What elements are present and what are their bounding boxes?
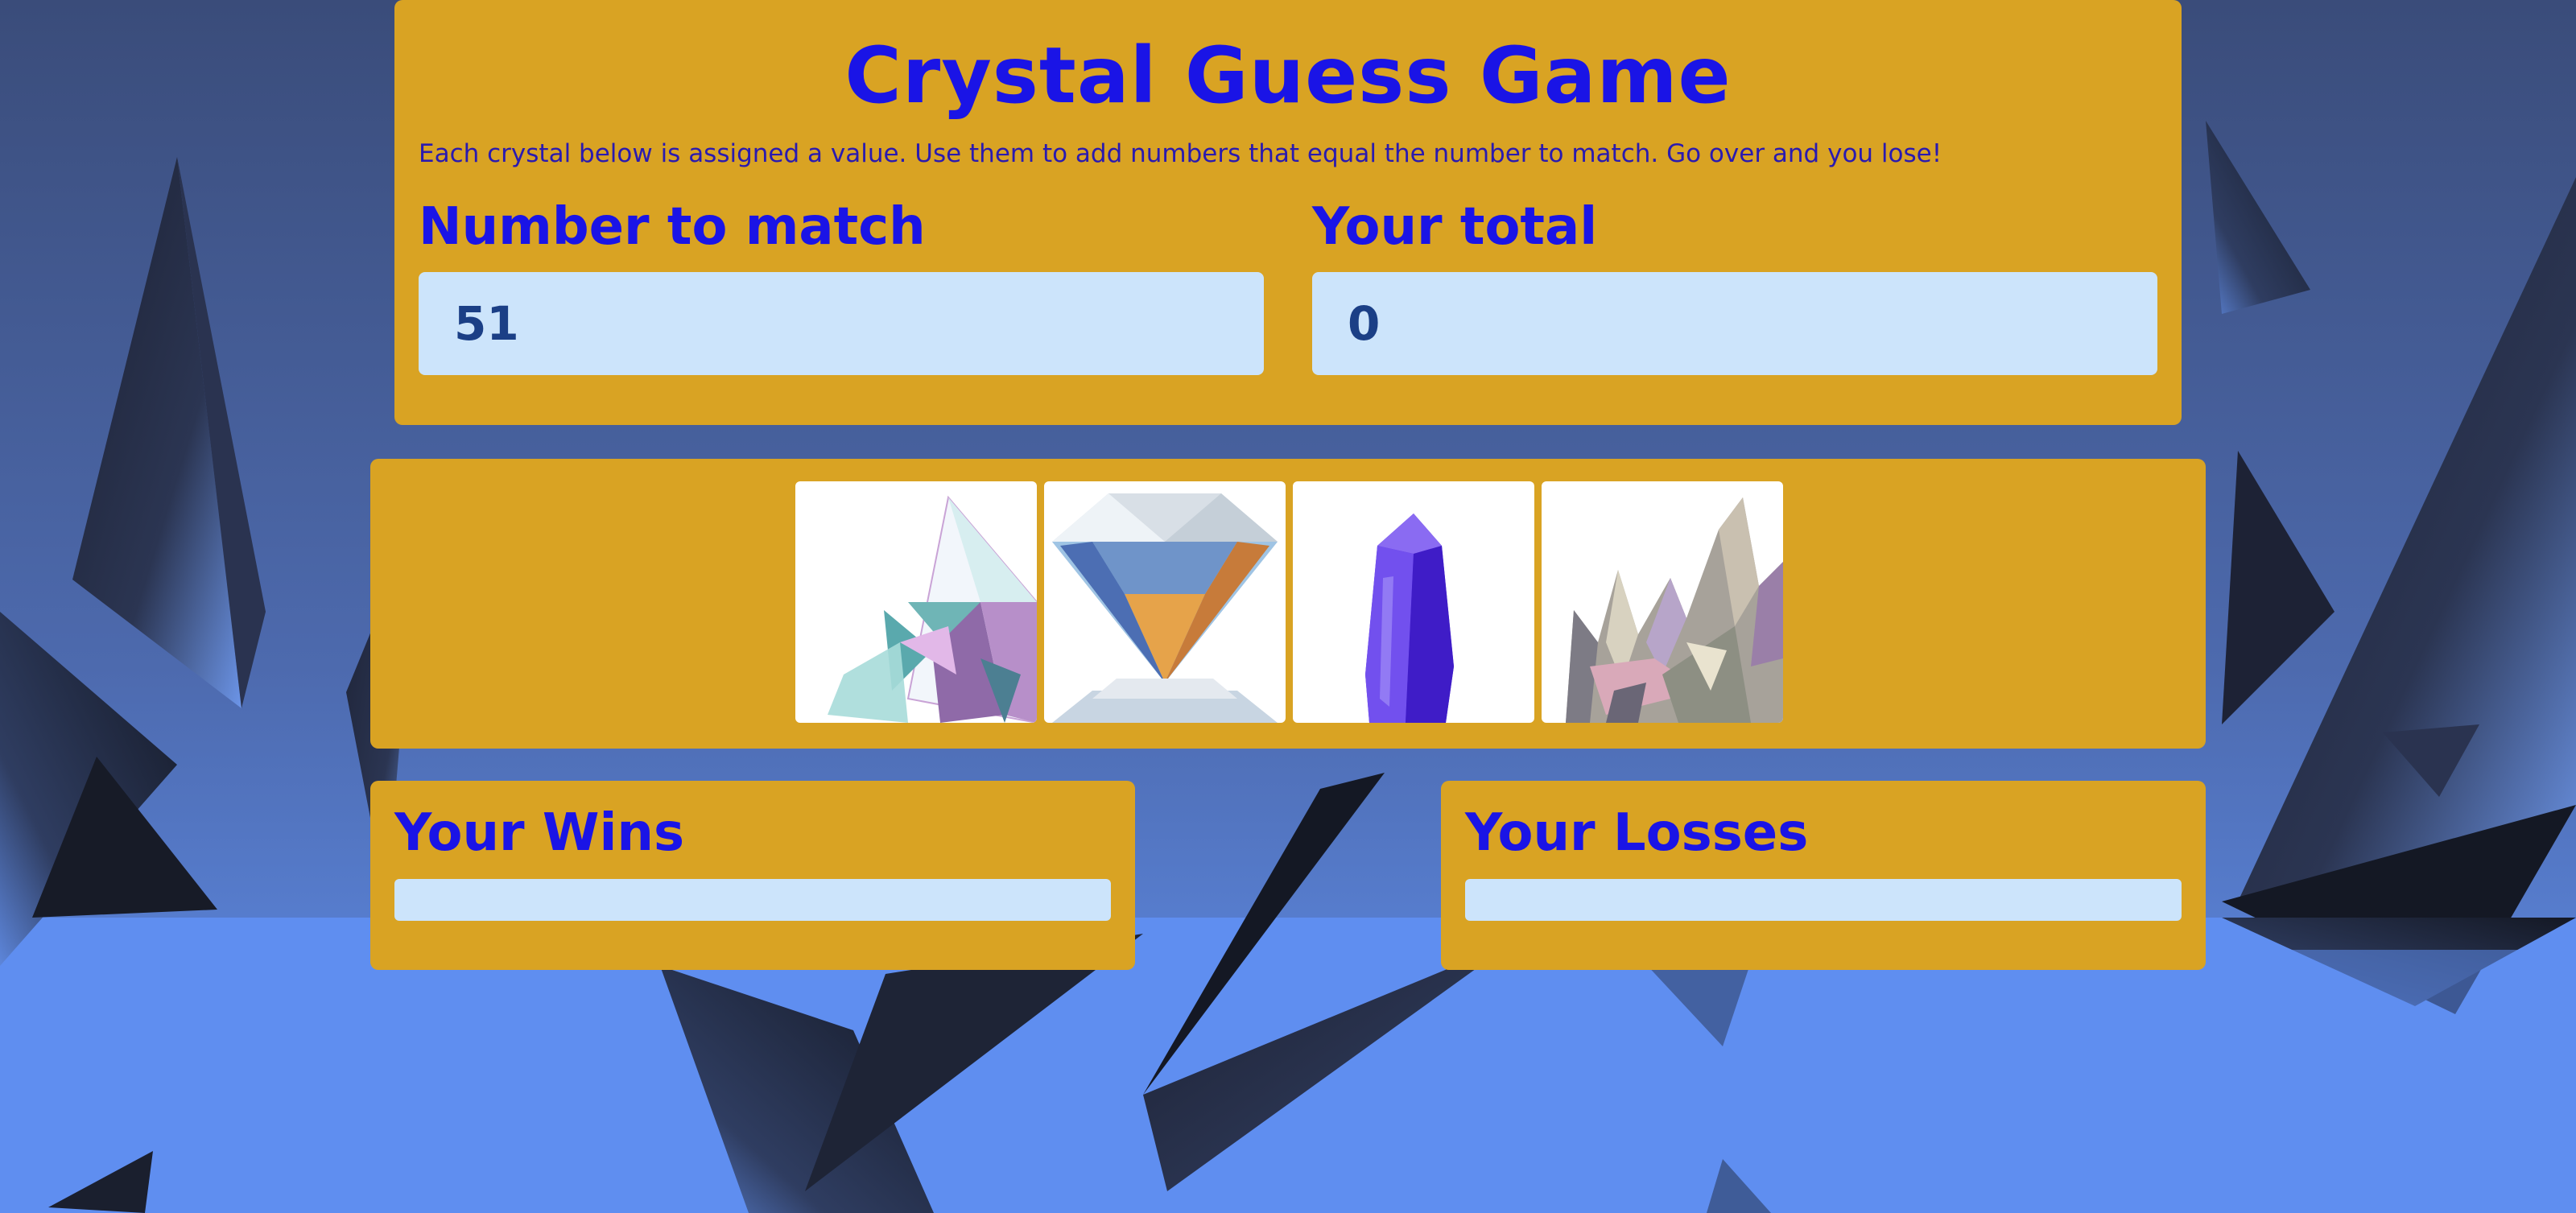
your-total-label: Your total: [1312, 197, 1598, 257]
crystal-button-1[interactable]: [795, 481, 1037, 723]
wins-panel: Your Wins: [370, 781, 1135, 970]
crystal-button-3[interactable]: [1293, 481, 1534, 723]
instructions-text: Each crystal below is assigned a value. …: [419, 139, 1942, 168]
purple-crystal-icon: [1365, 514, 1454, 723]
losses-label: Your Losses: [1465, 803, 1809, 863]
number-to-match-value: 51: [419, 272, 1264, 375]
iridescent-crystal-icon: [1566, 497, 1783, 723]
number-to-match-label: Number to match: [419, 197, 926, 257]
crystal-button-2[interactable]: [1044, 481, 1286, 723]
header-panel: Crystal Guess Game Each crystal below is…: [394, 0, 2182, 425]
crystal-cluster-icon: [828, 495, 1037, 723]
your-total-value: 0: [1312, 272, 2157, 375]
wins-label: Your Wins: [394, 803, 685, 863]
crystal-button-4[interactable]: [1542, 481, 1783, 723]
crystal-panel: [370, 459, 2206, 749]
losses-panel: Your Losses: [1441, 781, 2206, 970]
wins-value: [394, 879, 1111, 921]
game-title: Crystal Guess Game: [844, 31, 1732, 121]
diamond-gem-icon: [1052, 493, 1278, 723]
losses-value: [1465, 879, 2182, 921]
